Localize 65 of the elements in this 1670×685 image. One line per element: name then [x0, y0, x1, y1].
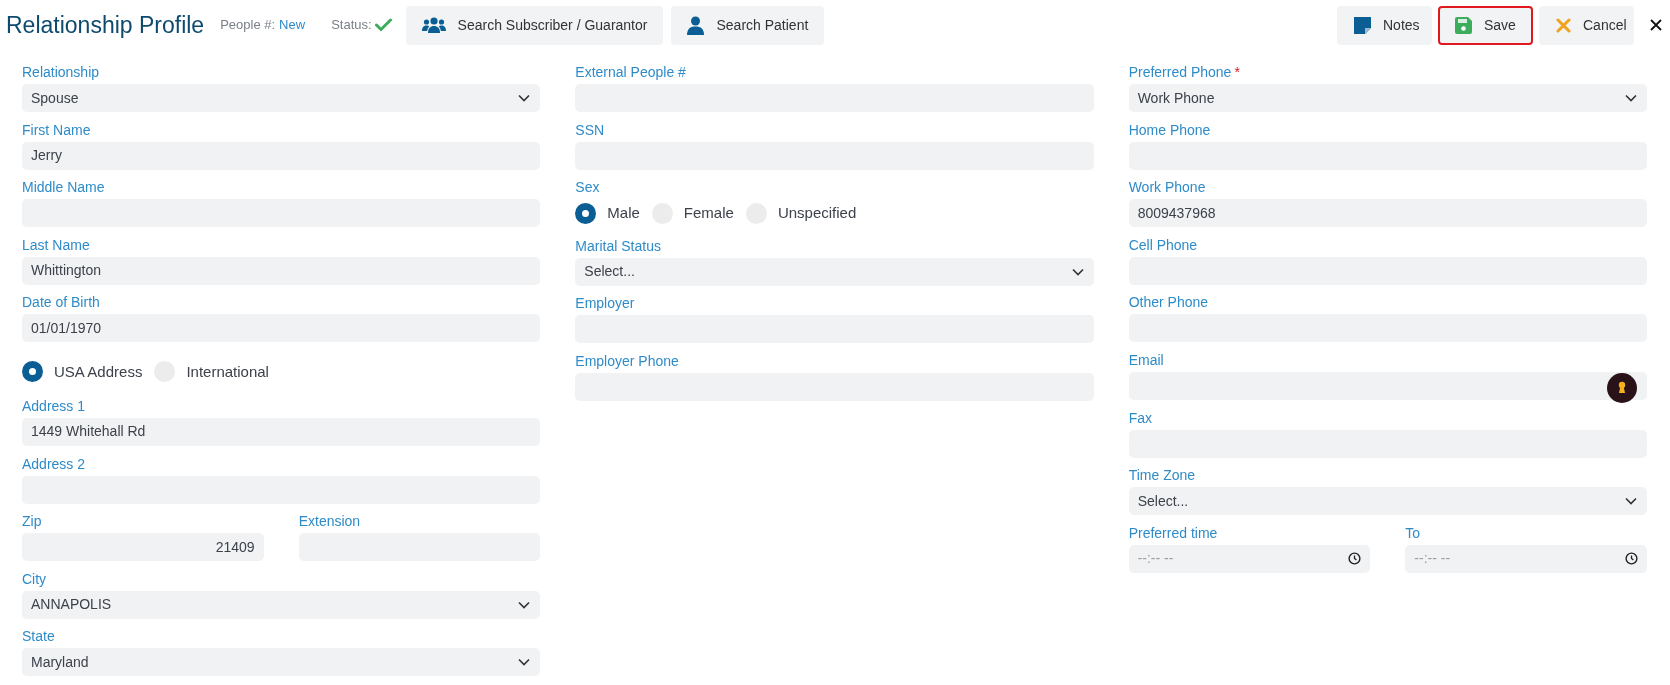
field-label: Address 1 [22, 396, 86, 416]
field-label: Extension [298, 512, 361, 532]
select-field[interactable]: ANNAPOLIS [22, 590, 541, 619]
field-label: Zip [22, 512, 42, 532]
radio-option[interactable]: Male [575, 202, 640, 225]
radio-option[interactable]: Female [651, 202, 734, 225]
radio-option[interactable]: Unspecified [745, 202, 857, 225]
field-label: Preferred time [1128, 523, 1218, 543]
clock-icon [1348, 552, 1362, 566]
input-field[interactable]: Whittington [22, 256, 541, 285]
close-button[interactable] [1650, 19, 1662, 31]
people-number-label: People #: [220, 16, 276, 35]
input-field[interactable]: 21409 [22, 533, 264, 562]
select-field[interactable]: Spouse [22, 84, 541, 112]
radio-option[interactable]: USA Address [22, 360, 143, 384]
field-label: Last Name [22, 235, 90, 255]
action-button[interactable]: Search Subscriber / Guarantor [405, 5, 664, 45]
field-label: To [1405, 523, 1421, 543]
field-label: Marital Status [575, 236, 661, 256]
field-label: Middle Name [22, 178, 105, 198]
field-label: Home Phone [1128, 120, 1211, 140]
user-icon [687, 15, 705, 35]
action-button[interactable]: Notes [1337, 5, 1432, 45]
checkmark-icon [374, 18, 392, 32]
input-field[interactable]: 1449 Whitehall Rd [22, 417, 541, 446]
action-button[interactable]: Cancel [1539, 5, 1634, 45]
close-icon [1650, 19, 1662, 31]
keyhole-icon[interactable] [1607, 372, 1637, 403]
action-button[interactable]: Save [1438, 5, 1533, 45]
people-number-value: New [279, 16, 306, 35]
x-icon [1556, 17, 1571, 33]
required-mark: * [1234, 63, 1240, 82]
field-label: Work Phone [1128, 178, 1206, 198]
select-field[interactable]: Select... [575, 257, 1094, 286]
input-field[interactable]: 8009437968 [1128, 199, 1647, 228]
field-label: Address 2 [22, 454, 86, 474]
field-label: SSN [575, 120, 605, 140]
note-icon [1354, 16, 1371, 34]
field-label: State [22, 627, 55, 647]
field-label: Preferred Phone [1128, 63, 1232, 82]
users-icon [421, 16, 446, 34]
field-label: Time Zone [1128, 466, 1196, 486]
field-label: Relationship [22, 63, 100, 82]
field-label: Cell Phone [1128, 235, 1198, 255]
radio-option[interactable]: International [154, 360, 269, 384]
field-label: Email [1128, 350, 1164, 370]
action-button[interactable]: Search Patient [671, 5, 825, 45]
select-field[interactable]: Work Phone [1128, 84, 1647, 112]
input-field[interactable]: 01/01/1970 [22, 314, 541, 343]
input-field[interactable]: Jerry [22, 141, 541, 170]
field-label: Employer Phone [575, 351, 679, 371]
field-label: City [22, 569, 47, 589]
field-label: Sex [575, 178, 600, 198]
field-label: First Name [22, 120, 91, 140]
field-label: Employer [575, 294, 635, 314]
input-field[interactable] [1128, 371, 1647, 400]
field-label: External People # [575, 63, 686, 82]
select-field[interactable]: Maryland [22, 648, 541, 677]
page-title: Relationship Profile [6, 10, 205, 40]
field-label: Date of Birth [22, 293, 100, 313]
select-field[interactable]: Select... [1128, 487, 1647, 516]
clock-icon [1625, 552, 1638, 566]
field-label: Other Phone [1128, 293, 1209, 313]
status-label: Status: [331, 16, 372, 35]
field-label: Fax [1128, 408, 1152, 428]
